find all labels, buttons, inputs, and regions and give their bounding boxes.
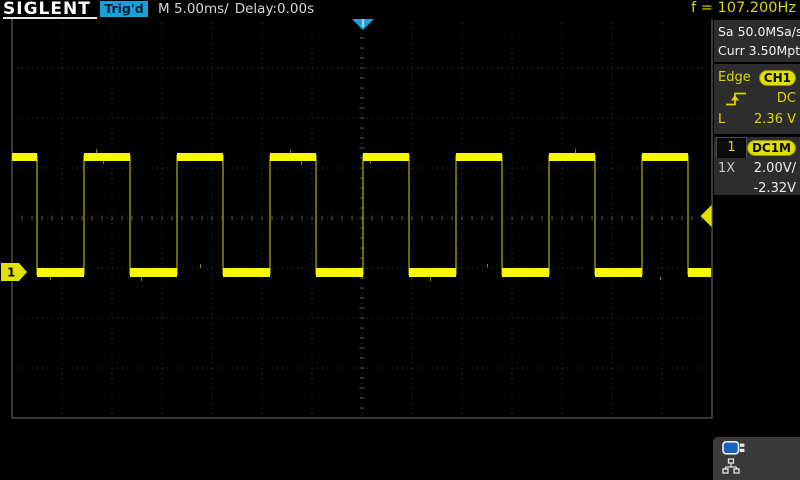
trace-edge — [222, 155, 224, 275]
trigger-level-marker[interactable] — [701, 205, 712, 227]
trace-edge — [641, 155, 643, 275]
trace-edge — [129, 155, 131, 275]
logo-underline — [3, 17, 97, 19]
trace-low-segment — [502, 268, 549, 277]
trace-edge — [501, 155, 503, 275]
trace-high-segment — [12, 153, 37, 161]
channel1-panel[interactable]: 1 DC1M 1X 2.00V/ -2.32V — [714, 137, 800, 195]
channel1-coupling-badge[interactable]: DC1M — [747, 140, 796, 156]
trigger-level-letter: L — [718, 112, 725, 127]
trace-edge — [408, 155, 410, 275]
trace-edge — [594, 155, 596, 275]
trace-low-segment — [223, 268, 270, 277]
trace-edge — [36, 155, 38, 275]
trace-high-segment — [549, 153, 595, 161]
trace-edge — [455, 155, 457, 275]
rising-edge-icon — [724, 90, 748, 108]
header-bar: SIGLENT Trig'd M 5.00ms/Delay:0.00s f = … — [0, 0, 800, 19]
trace-edge — [315, 155, 317, 275]
sample-rate-label: Sa 50.0MSa/s — [718, 22, 800, 41]
trace-high-segment — [642, 153, 688, 161]
trigger-status-badge: Trig'd — [100, 1, 148, 17]
channel1-marker-label: 1 — [7, 266, 15, 280]
memory-depth-label: Curr 3.50Mpts — [718, 41, 800, 60]
trace-edge — [362, 155, 364, 275]
trigger-source-badge[interactable]: CH1 — [759, 70, 796, 86]
trace-high-segment — [363, 153, 409, 161]
trace-high-segment — [177, 153, 223, 161]
delay-label: Delay:0.00s — [235, 1, 314, 17]
volts-per-div-label: 2.00V/ — [754, 161, 796, 176]
usb-icon — [722, 440, 748, 456]
timebase-label: M 5.00ms/ — [158, 1, 229, 17]
lan-icon — [722, 458, 740, 476]
trace-low-segment — [37, 268, 84, 277]
frequency-readout: f = 107.200Hz — [691, 0, 796, 17]
trace-low-segment — [130, 268, 177, 277]
trigger-level-value: 2.36 V — [754, 112, 796, 127]
trigger-panel[interactable]: Edge CH1 DC L 2.36 V — [714, 64, 800, 134]
trigger-coupling-label: DC — [777, 91, 796, 106]
trigger-type-label: Edge — [718, 70, 751, 85]
trace-high-segment — [84, 153, 130, 161]
trace-high-segment — [270, 153, 316, 161]
trace-edge — [83, 155, 85, 275]
trace-low-segment — [316, 268, 363, 277]
trace-low-segment — [595, 268, 642, 277]
status-icon-panel — [713, 437, 800, 480]
trace-edge — [176, 155, 178, 275]
channel1-tab[interactable]: 1 — [716, 137, 747, 158]
scope-display: 1 — [0, 0, 800, 480]
trace-low-segment — [409, 268, 456, 277]
trace-edge — [687, 155, 689, 275]
probe-attenuation-label: 1X — [718, 161, 735, 176]
trace-edge — [548, 155, 550, 275]
trace-low-segment — [688, 268, 711, 277]
timebase-readout: M 5.00ms/Delay:0.00s — [158, 1, 320, 17]
trace-edge — [269, 155, 271, 275]
acquisition-panel[interactable]: Sa 50.0MSa/s Curr 3.50Mpts — [714, 20, 800, 62]
channel1-offset-label: -2.32V — [753, 181, 796, 196]
trace-high-segment — [456, 153, 502, 161]
